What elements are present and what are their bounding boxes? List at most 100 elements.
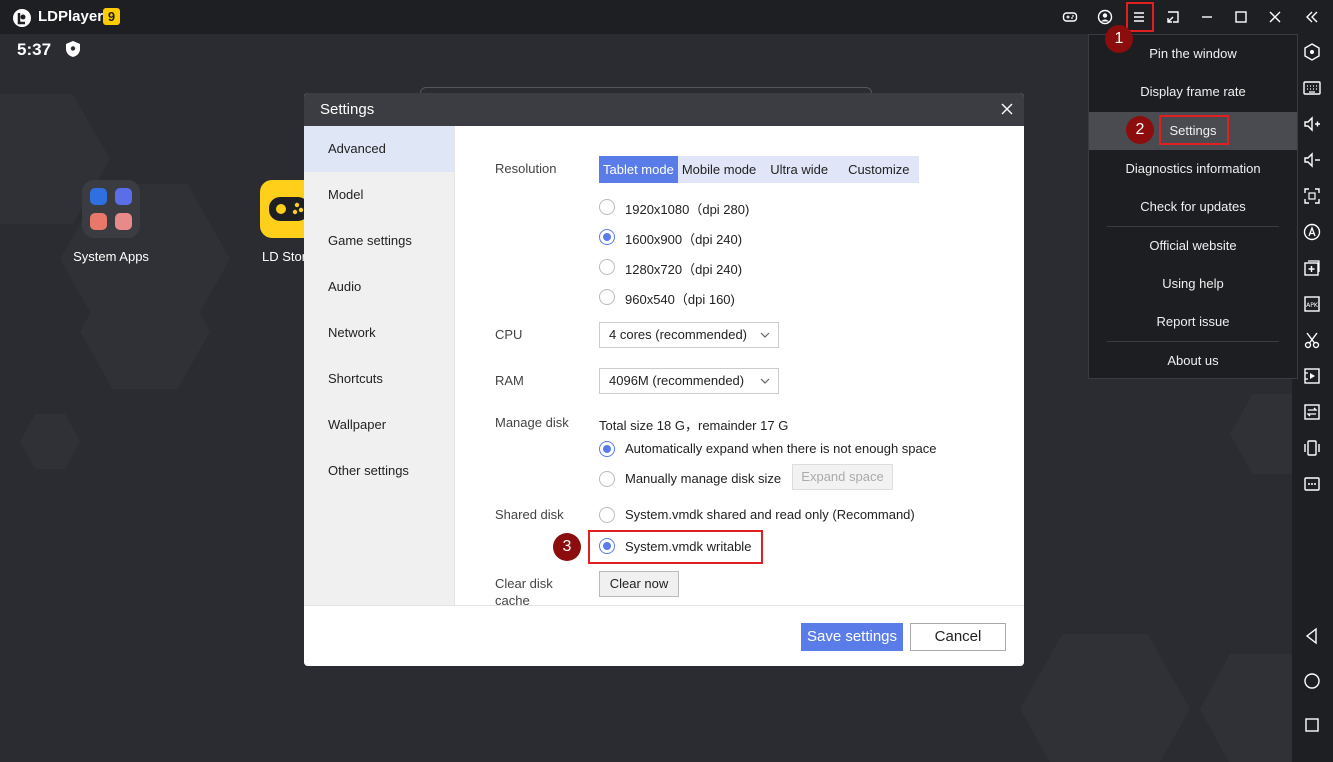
video-record-icon: [1304, 368, 1320, 384]
record-button[interactable]: [1300, 364, 1324, 388]
cancel-button[interactable]: Cancel: [910, 623, 1006, 651]
recent-apps-button[interactable]: [1300, 713, 1324, 737]
nav-audio[interactable]: Audio: [304, 264, 454, 310]
keyboard-mapping-button[interactable]: [1300, 40, 1324, 64]
settings-sidebar: Advanced Model Game settings Audio Netwo…: [304, 126, 458, 605]
volume-up-button[interactable]: [1300, 112, 1324, 136]
menu-item-check-updates[interactable]: Check for updates: [1089, 188, 1297, 226]
sync-button[interactable]: [1300, 400, 1324, 424]
resolution-label: Resolution: [495, 161, 557, 176]
shared-readonly-label: System.vmdk shared and read only (Recomm…: [625, 507, 915, 522]
close-icon: [1269, 11, 1281, 23]
install-apk-button[interactable]: APK: [1300, 292, 1324, 316]
menu-item-display-frame-rate[interactable]: Display frame rate: [1089, 73, 1297, 111]
triangle-back-icon: [1305, 627, 1317, 645]
radio-960x540[interactable]: [599, 289, 615, 305]
nav-model[interactable]: Model: [304, 172, 454, 218]
nav-label: Shortcuts: [328, 371, 383, 386]
multi-instance-button[interactable]: [1300, 256, 1324, 280]
status-clock: 5:37: [17, 40, 52, 59]
shield-icon: [66, 41, 80, 57]
tab-customize[interactable]: Customize: [838, 156, 919, 183]
clear-now-button[interactable]: Clear now: [599, 571, 679, 597]
volume-down-button[interactable]: [1300, 148, 1324, 172]
gallery-app-icon: [115, 213, 132, 230]
nav-network[interactable]: Network: [304, 310, 454, 356]
sync-arrows-icon: [1304, 404, 1320, 420]
tab-tablet-mode[interactable]: Tablet mode: [599, 156, 678, 183]
gamepad-button[interactable]: [1057, 4, 1083, 30]
resolution-option-label: 1600x900（dpi 240): [625, 232, 743, 247]
auto-operation-button[interactable]: [1300, 220, 1324, 244]
browser-app-icon: [115, 188, 132, 205]
radio-manual-disk[interactable]: [599, 471, 615, 487]
step-badge-1: 1: [1105, 25, 1133, 53]
main-menu-dropdown: Pin the window Display frame rate Settin…: [1088, 34, 1298, 379]
home-button[interactable]: [1300, 669, 1324, 693]
ram-select[interactable]: 4096M (recommended): [599, 368, 779, 394]
svg-text:APK: APK: [1306, 302, 1319, 309]
back-button[interactable]: [1300, 624, 1324, 648]
dialog-footer: Save settings Cancel: [304, 605, 1024, 666]
add-window-icon: [1304, 260, 1320, 276]
keyboard-button[interactable]: [1300, 76, 1324, 100]
radio-shared-readonly[interactable]: [599, 507, 615, 523]
version-badge: 9: [103, 8, 120, 25]
minimize-button[interactable]: [1194, 4, 1220, 30]
nav-shortcuts[interactable]: Shortcuts: [304, 356, 454, 402]
screenshot-icon: [1304, 188, 1320, 204]
background-hexagon: [20, 414, 80, 469]
files-app-icon: [90, 213, 107, 230]
shake-button[interactable]: [1300, 436, 1324, 460]
nav-label: Network: [328, 325, 376, 340]
nav-wallpaper[interactable]: Wallpaper: [304, 402, 454, 448]
nav-label: Wallpaper: [328, 417, 387, 432]
menu-item-official-website[interactable]: Official website: [1089, 227, 1297, 265]
highlight-settings-item: [1159, 115, 1229, 145]
close-icon[interactable]: [1000, 102, 1014, 116]
keyboard-icon: [1303, 81, 1321, 95]
expand-space-button[interactable]: Expand space: [792, 464, 893, 490]
radio-1280x720[interactable]: [599, 259, 615, 275]
step-badge-3: 3: [553, 533, 581, 561]
tab-mobile-mode[interactable]: Mobile mode: [678, 156, 760, 183]
screenshot-button[interactable]: [1300, 184, 1324, 208]
resolution-option-label: 1280x720（dpi 240): [625, 262, 743, 277]
ram-select-value: 4096M (recommended): [609, 373, 745, 388]
circle-home-icon: [1304, 673, 1320, 689]
mini-mode-button[interactable]: [1160, 4, 1186, 30]
settings-dialog: Settings Advanced Model Game settings Au…: [304, 93, 1024, 666]
radio-1920x1080[interactable]: [599, 199, 615, 215]
nav-label: Advanced: [328, 141, 386, 156]
nav-other-settings[interactable]: Other settings: [304, 448, 454, 494]
menu-item-about-us[interactable]: About us: [1089, 342, 1297, 380]
manual-disk-label: Manually manage disk size: [625, 471, 782, 486]
radio-auto-expand[interactable]: [599, 441, 615, 457]
menu-item-report-issue[interactable]: Report issue: [1089, 303, 1297, 341]
radio-1600x900[interactable]: [599, 229, 615, 245]
auto-expand-label: Automatically expand when there is not e…: [625, 441, 937, 456]
close-button[interactable]: [1262, 4, 1288, 30]
minimize-icon: [1202, 16, 1212, 18]
user-icon: [1097, 9, 1113, 25]
chevron-down-icon: [760, 378, 770, 384]
scissors-icon: [1304, 332, 1320, 349]
more-dots-icon: [1304, 477, 1320, 491]
maximize-button[interactable]: [1228, 4, 1254, 30]
nav-game-settings[interactable]: Game settings: [304, 218, 454, 264]
step-badge-2: 2: [1126, 116, 1154, 144]
background-hexagon: [1200, 654, 1292, 762]
menu-item-diagnostics[interactable]: Diagnostics information: [1089, 150, 1297, 188]
save-settings-button[interactable]: Save settings: [801, 623, 903, 651]
tab-ultra-wide[interactable]: Ultra wide: [760, 156, 838, 183]
resolution-option-label: 960x540（dpi 160): [625, 292, 735, 307]
system-apps-folder[interactable]: [82, 180, 140, 238]
menu-item-using-help[interactable]: Using help: [1089, 265, 1297, 303]
resolution-option-label: 1920x1080（dpi 280): [625, 202, 750, 217]
cut-button[interactable]: [1300, 328, 1324, 352]
collapse-sidebar-button[interactable]: [1299, 4, 1325, 30]
chevron-down-icon: [760, 332, 770, 338]
more-button[interactable]: [1300, 472, 1324, 496]
cpu-select[interactable]: 4 cores (recommended): [599, 322, 779, 348]
nav-advanced[interactable]: Advanced: [304, 126, 458, 172]
